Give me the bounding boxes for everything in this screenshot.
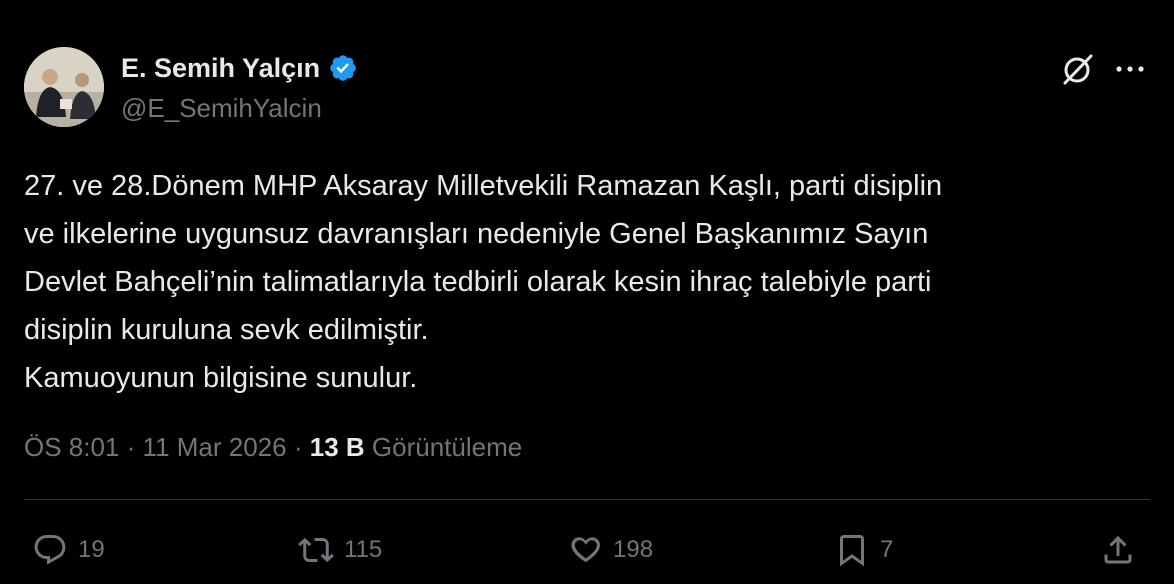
tweet-time[interactable]: ÖS 8:01 <box>24 432 119 462</box>
avatar[interactable] <box>24 47 104 127</box>
heart-icon <box>571 537 600 563</box>
like-button[interactable]: 198 <box>567 528 653 572</box>
tweet-date[interactable]: 11 Mar 2026 <box>143 432 287 462</box>
author-name-row[interactable]: E. Semih Yalçın <box>121 51 358 85</box>
grok-icon <box>1063 54 1093 85</box>
grok-button[interactable] <box>1058 50 1096 88</box>
action-bar: 19 115 198 7 <box>24 528 1150 572</box>
reply-count: 19 <box>78 536 105 563</box>
reply-button[interactable]: 19 <box>32 528 105 572</box>
more-icon <box>1116 66 1144 72</box>
meta-separator: · <box>126 432 136 462</box>
more-options-button[interactable] <box>1113 55 1147 83</box>
repost-count: 115 <box>344 536 383 563</box>
reply-icon <box>34 535 66 565</box>
tweet-text: 27. ve 28.Dönem MHP Aksaray Milletvekili… <box>24 170 943 394</box>
views-count[interactable]: 13 B <box>310 432 365 462</box>
share-button[interactable] <box>1100 528 1136 572</box>
share-icon <box>1104 535 1132 564</box>
tweet-meta: ÖS 8:01 · 11 Mar 2026 · 13 B Görüntüleme <box>24 430 522 464</box>
bookmark-button[interactable]: 7 <box>834 528 893 572</box>
bookmark-count: 7 <box>880 536 894 563</box>
verified-badge-icon <box>330 55 356 81</box>
author-handle[interactable]: @E_SemihYalcin <box>121 91 322 125</box>
repost-icon <box>298 537 334 563</box>
avatar-photo <box>24 47 104 127</box>
divider <box>24 499 1150 500</box>
author-display-name[interactable]: E. Semih Yalçın <box>121 51 320 85</box>
bookmark-icon <box>840 535 864 567</box>
repost-button[interactable]: 115 <box>298 528 382 572</box>
views-label: Görüntüleme <box>371 432 523 462</box>
like-count: 198 <box>613 536 654 563</box>
meta-separator: · <box>293 432 303 462</box>
